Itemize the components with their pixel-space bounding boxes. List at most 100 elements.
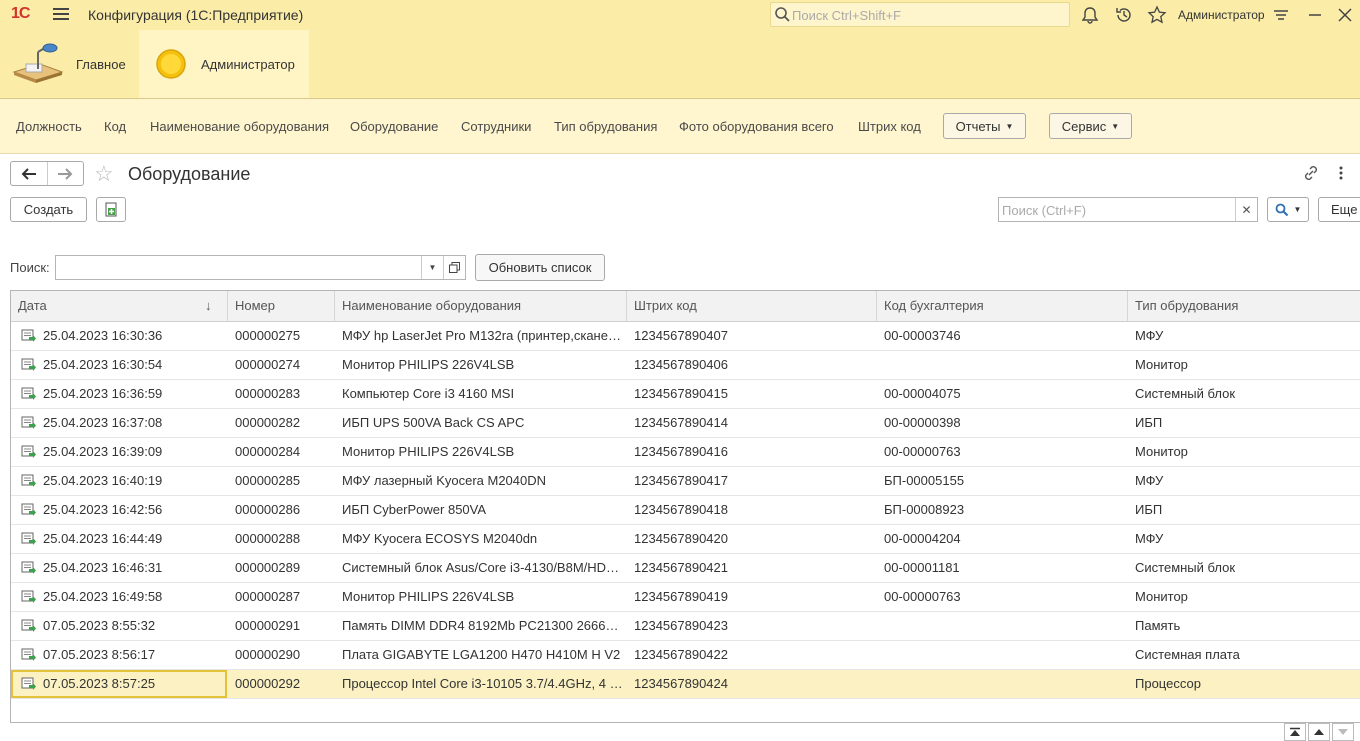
back-button[interactable] — [11, 162, 48, 185]
cell-equipment-type[interactable]: МФУ — [1128, 467, 1360, 495]
cell-equipment-type[interactable]: Монитор — [1128, 438, 1360, 466]
cell-date[interactable]: 07.05.2023 8:55:32 — [11, 612, 228, 640]
history-icon[interactable] — [1114, 5, 1134, 25]
cell-number[interactable]: 000000275 — [228, 322, 335, 350]
cell-equipment-type[interactable]: Системный блок — [1128, 554, 1360, 582]
cell-barcode[interactable]: 1234567890415 — [627, 380, 877, 408]
table-row[interactable]: 25.04.2023 16:46:31 000000289 Системный бл… — [11, 554, 1360, 583]
column-header-equipment-type[interactable]: Тип обрудования — [1128, 291, 1360, 321]
main-menu-icon[interactable] — [53, 8, 69, 22]
cell-date[interactable]: 25.04.2023 16:30:36 — [11, 322, 228, 350]
reports-menu-button[interactable]: Отчеты ▼ — [943, 113, 1026, 139]
cell-number[interactable]: 000000291 — [228, 612, 335, 640]
cell-barcode[interactable]: 1234567890420 — [627, 525, 877, 553]
search-options-button[interactable]: ▼ — [1267, 197, 1309, 222]
table-row[interactable]: 25.04.2023 16:42:56 000000286 ИБП CyberPow… — [11, 496, 1360, 525]
settings-lines-icon[interactable] — [1271, 5, 1291, 25]
cell-date[interactable]: 25.04.2023 16:42:56 — [11, 496, 228, 524]
cell-equipment-name[interactable]: МФУ hp LaserJet Pro M132ra (принтер,скан… — [335, 322, 627, 350]
cell-equipment-name[interactable]: Монитор PHILIPS 226V4LSB — [335, 438, 627, 466]
cell-equipment-name[interactable]: МФУ лазерный Kyocera M2040DN — [335, 467, 627, 495]
close-icon[interactable] — [1335, 5, 1355, 25]
cell-number[interactable]: 000000290 — [228, 641, 335, 669]
cell-barcode[interactable]: 1234567890422 — [627, 641, 877, 669]
scroll-up-button[interactable] — [1308, 723, 1330, 741]
dropdown-arrow-icon[interactable]: ▼ — [421, 256, 443, 279]
cmd-code[interactable]: Код — [104, 119, 126, 134]
cell-accounting-code[interactable] — [877, 351, 1128, 379]
cell-barcode[interactable]: 1234567890414 — [627, 409, 877, 437]
section-main[interactable]: Главное — [0, 30, 139, 98]
column-header-barcode[interactable]: Штрих код — [627, 291, 877, 321]
cell-equipment-name[interactable]: МФУ Kyocera ECOSYS M2040dn — [335, 525, 627, 553]
cell-barcode[interactable]: 1234567890424 — [627, 670, 877, 698]
table-row[interactable]: 25.04.2023 16:30:36 000000275 МФУ hp Laser… — [11, 322, 1360, 351]
cell-barcode[interactable]: 1234567890407 — [627, 322, 877, 350]
table-row[interactable]: 07.05.2023 8:56:17 000000290 Плата GIGABYT… — [11, 641, 1360, 670]
cell-barcode[interactable]: 1234567890423 — [627, 612, 877, 640]
clear-search-icon[interactable]: ✕ — [1235, 198, 1257, 221]
cell-equipment-name[interactable]: ИБП CyberPower 850VA — [335, 496, 627, 524]
cell-number[interactable]: 000000292 — [228, 670, 335, 698]
cell-number[interactable]: 000000283 — [228, 380, 335, 408]
cell-accounting-code[interactable]: БП-00005155 — [877, 467, 1128, 495]
cell-date[interactable]: 25.04.2023 16:46:31 — [11, 554, 228, 582]
cell-equipment-type[interactable]: ИБП — [1128, 409, 1360, 437]
scroll-to-top-button[interactable] — [1284, 723, 1306, 741]
table-row[interactable]: 25.04.2023 16:39:09 000000284 Монитор PHIL… — [11, 438, 1360, 467]
table-row[interactable]: 25.04.2023 16:44:49 000000288 МФУ Kyocera … — [11, 525, 1360, 554]
column-header-number[interactable]: Номер — [228, 291, 335, 321]
global-search-input[interactable]: Поиск Ctrl+Shift+F — [770, 2, 1070, 27]
cell-equipment-name[interactable]: Процессор Intel Core i3-10105 3.7/4.4GHz… — [335, 670, 627, 698]
bell-icon[interactable] — [1080, 5, 1100, 25]
cell-date[interactable]: 25.04.2023 16:40:19 — [11, 467, 228, 495]
cell-barcode[interactable]: 1234567890406 — [627, 351, 877, 379]
cell-equipment-type[interactable]: Монитор — [1128, 583, 1360, 611]
more-vertical-icon[interactable] — [1336, 164, 1346, 182]
cell-equipment-type[interactable]: Системный блок — [1128, 380, 1360, 408]
link-icon[interactable] — [1302, 164, 1320, 182]
cell-equipment-type[interactable]: МФУ — [1128, 322, 1360, 350]
cell-accounting-code[interactable] — [877, 641, 1128, 669]
cmd-position[interactable]: Должность — [16, 119, 82, 134]
table-row[interactable]: 07.05.2023 8:57:25 000000292 Процессор Int… — [11, 670, 1360, 699]
cell-number[interactable]: 000000284 — [228, 438, 335, 466]
table-row[interactable]: 25.04.2023 16:37:08 000000282 ИБП UPS 500V… — [11, 409, 1360, 438]
cell-accounting-code[interactable]: 00-00000763 — [877, 583, 1128, 611]
cell-equipment-name[interactable]: Системный блок Asus/Core i3-4130/B8M/HDD… — [335, 554, 627, 582]
cmd-equipment-photos[interactable]: Фото оборудования всего — [679, 119, 834, 134]
create-button[interactable]: Создать — [10, 197, 87, 222]
cell-barcode[interactable]: 1234567890421 — [627, 554, 877, 582]
favorites-star-icon[interactable] — [1147, 5, 1167, 25]
forward-button[interactable] — [48, 162, 84, 185]
cell-equipment-type[interactable]: ИБП — [1128, 496, 1360, 524]
cmd-equipment[interactable]: Оборудование — [350, 119, 438, 134]
cell-date[interactable]: 25.04.2023 16:37:08 — [11, 409, 228, 437]
table-row[interactable]: 25.04.2023 16:49:58 000000287 Монитор PHIL… — [11, 583, 1360, 612]
cell-date[interactable]: 25.04.2023 16:49:58 — [11, 583, 228, 611]
cell-date[interactable]: 25.04.2023 16:30:54 — [11, 351, 228, 379]
cell-accounting-code[interactable] — [877, 670, 1128, 698]
cell-accounting-code[interactable]: БП-00008923 — [877, 496, 1128, 524]
list-search-input[interactable]: Поиск (Ctrl+F) ✕ — [998, 197, 1258, 222]
cell-number[interactable]: 000000274 — [228, 351, 335, 379]
cell-equipment-name[interactable]: ИБП UPS 500VA Back CS APC — [335, 409, 627, 437]
current-user[interactable]: Администратор — [1178, 8, 1265, 22]
table-row[interactable]: 25.04.2023 16:30:54 000000274 Монитор PHIL… — [11, 351, 1360, 380]
column-header-date[interactable]: Дата ↓ — [11, 291, 228, 321]
cell-barcode[interactable]: 1234567890419 — [627, 583, 877, 611]
cell-number[interactable]: 000000285 — [228, 467, 335, 495]
table-row[interactable]: 25.04.2023 16:36:59 000000283 Компьютер Co… — [11, 380, 1360, 409]
refresh-list-button[interactable]: Обновить список — [475, 254, 605, 281]
more-button[interactable]: Еще — [1318, 197, 1360, 222]
open-window-icon[interactable] — [443, 256, 465, 279]
cell-number[interactable]: 000000282 — [228, 409, 335, 437]
cmd-employees[interactable]: Сотрудники — [461, 119, 531, 134]
cell-date[interactable]: 25.04.2023 16:44:49 — [11, 525, 228, 553]
cell-equipment-type[interactable]: Системная плата — [1128, 641, 1360, 669]
cell-equipment-type[interactable]: Монитор — [1128, 351, 1360, 379]
cell-number[interactable]: 000000288 — [228, 525, 335, 553]
cell-equipment-type[interactable]: Память — [1128, 612, 1360, 640]
scroll-down-button[interactable] — [1332, 723, 1354, 741]
cell-equipment-name[interactable]: Память DIMM DDR4 8192Mb PC21300 2666MHz — [335, 612, 627, 640]
